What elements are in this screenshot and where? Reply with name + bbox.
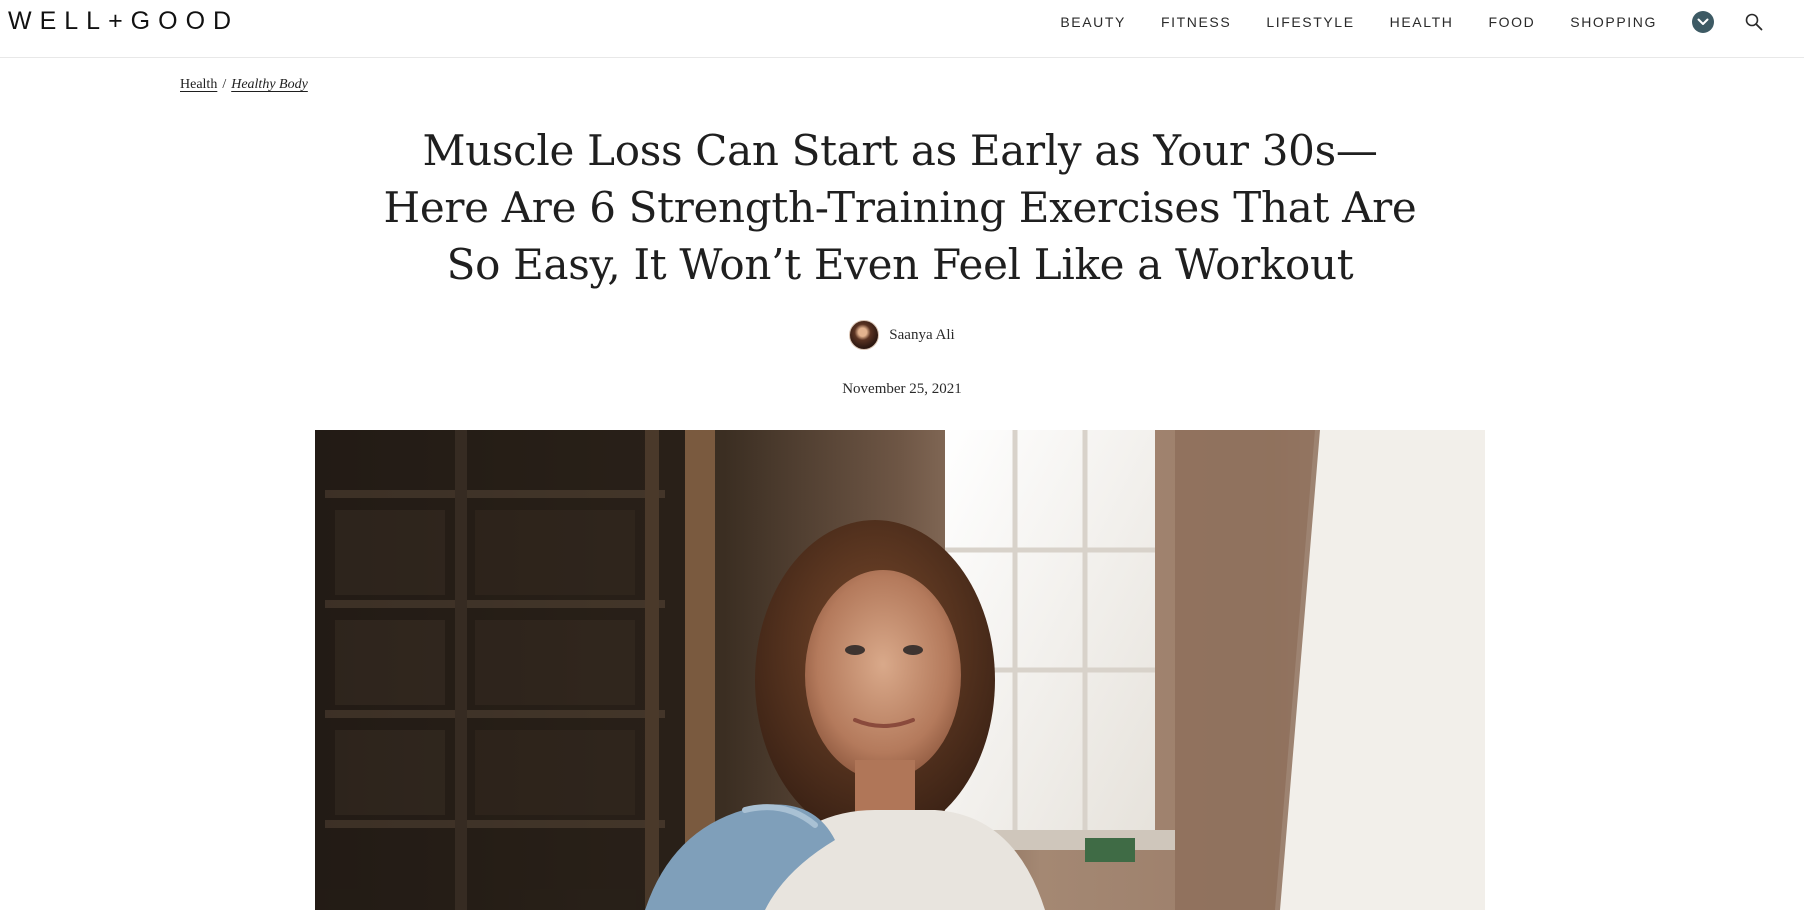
- main-nav: BEAUTY FITNESS LIFESTYLE HEALTH FOOD SHO…: [1025, 0, 1764, 44]
- author-name[interactable]: Saanya Ali: [889, 327, 954, 344]
- nav-item-food[interactable]: FOOD: [1488, 14, 1535, 30]
- nav-more-button[interactable]: [1692, 11, 1714, 33]
- article-title: Muscle Loss Can Start as Early as Your 3…: [383, 126, 1417, 289]
- site-header: WELL+GOOD BEAUTY FITNESS LIFESTYLE HEALT…: [0, 0, 1804, 58]
- nav-item-shopping[interactable]: SHOPPING: [1570, 14, 1657, 30]
- nav-item-health[interactable]: HEALTH: [1390, 14, 1454, 30]
- site-logo[interactable]: WELL+GOOD: [8, 6, 239, 36]
- breadcrumb: Health / Healthy Body: [180, 77, 308, 93]
- article-byline: Saanya Ali: [0, 320, 1804, 350]
- author-avatar[interactable]: [849, 320, 880, 350]
- search-button[interactable]: [1744, 12, 1764, 32]
- nav-item-fitness[interactable]: FITNESS: [1161, 14, 1231, 30]
- article-date: November 25, 2021: [842, 381, 962, 397]
- nav-item-beauty[interactable]: BEAUTY: [1060, 14, 1126, 30]
- breadcrumb-separator: /: [222, 77, 227, 92]
- breadcrumb-link-healthy-body[interactable]: Healthy Body: [231, 77, 308, 92]
- nav-item-lifestyle[interactable]: LIFESTYLE: [1266, 14, 1354, 30]
- breadcrumb-link-health[interactable]: Health: [180, 77, 217, 92]
- chevron-down-icon: [1697, 18, 1709, 25]
- hero-photo-illustration: [315, 430, 1485, 910]
- hero-image: [315, 430, 1485, 910]
- search-icon: [1745, 13, 1763, 31]
